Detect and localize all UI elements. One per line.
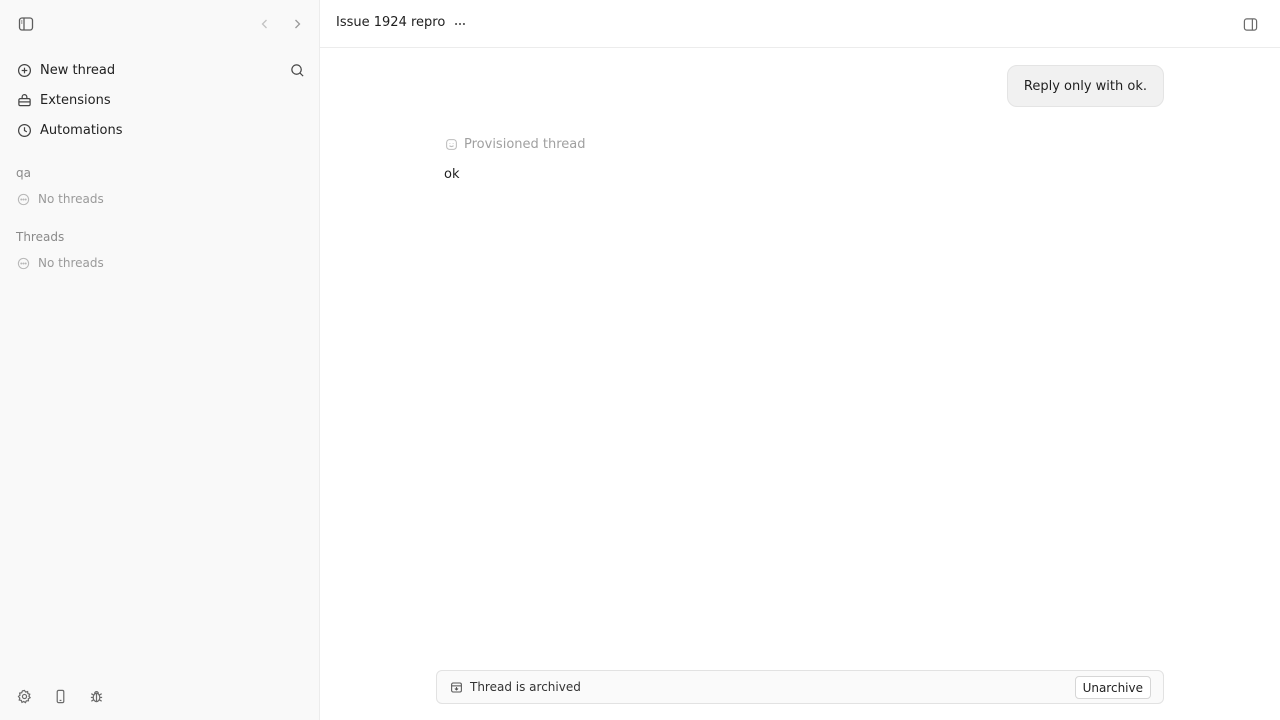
- app-window: New thread Extensions Automations qa No …: [0, 0, 1280, 720]
- sidebar-item-automations[interactable]: Automations: [8, 115, 312, 145]
- clock-icon: [16, 122, 32, 138]
- chevron-left-icon[interactable]: [254, 13, 276, 35]
- sidebar-item-extensions[interactable]: Extensions: [8, 85, 312, 115]
- empty-threads-threads: No threads: [16, 256, 104, 270]
- thread-header: Issue 1924 repro: [320, 0, 1280, 48]
- unarchive-button[interactable]: Unarchive: [1074, 676, 1151, 699]
- more-options-icon[interactable]: [450, 14, 470, 34]
- gear-icon[interactable]: [14, 686, 34, 706]
- search-icon[interactable]: [288, 61, 306, 79]
- empty-threads-text: No threads: [38, 192, 104, 206]
- extensions-label: Extensions: [40, 92, 111, 108]
- main-panel: Issue 1924 repro Reply only with ok. Pro…: [320, 0, 1280, 720]
- page-title: Issue 1924 repro: [336, 15, 446, 30]
- chevron-right-icon[interactable]: [286, 13, 308, 35]
- sidebar-toggle-icon[interactable]: [15, 13, 37, 35]
- assistant-message-text: ok: [444, 167, 460, 182]
- sidebar-footer: [14, 686, 106, 706]
- sidebar: New thread Extensions Automations qa No …: [0, 0, 320, 720]
- assistant-status: Provisioned thread: [444, 137, 586, 152]
- empty-threads-text: No threads: [38, 256, 104, 270]
- sidebar-menu: New thread Extensions Automations: [8, 55, 312, 145]
- group-label-qa: qa: [16, 166, 31, 180]
- archived-banner-text: Thread is archived: [470, 680, 581, 694]
- user-message-bubble: Reply only with ok.: [1006, 65, 1164, 107]
- new-thread-label: New thread: [40, 62, 116, 78]
- automations-label: Automations: [40, 122, 123, 138]
- phone-icon[interactable]: [50, 686, 70, 706]
- empty-threads-qa: No threads: [16, 192, 104, 206]
- group-label-threads: Threads: [16, 230, 65, 244]
- side-panel-toggle-icon[interactable]: [1240, 14, 1260, 34]
- assistant-avatar-icon: [444, 138, 458, 152]
- assistant-status-text: Provisioned thread: [464, 137, 586, 152]
- archive-icon: [449, 680, 463, 694]
- bug-icon[interactable]: [86, 686, 106, 706]
- sidebar-toolbar: [0, 0, 320, 48]
- new-thread-button[interactable]: New thread: [8, 55, 312, 85]
- user-message-text: Reply only with ok.: [1023, 78, 1147, 94]
- plus-circle-icon: [16, 62, 32, 78]
- chat-bubble-icon: [16, 192, 30, 206]
- extensions-icon: [16, 92, 32, 108]
- chat-bubble-icon: [16, 256, 30, 270]
- archived-banner: Thread is archived Unarchive: [436, 670, 1164, 704]
